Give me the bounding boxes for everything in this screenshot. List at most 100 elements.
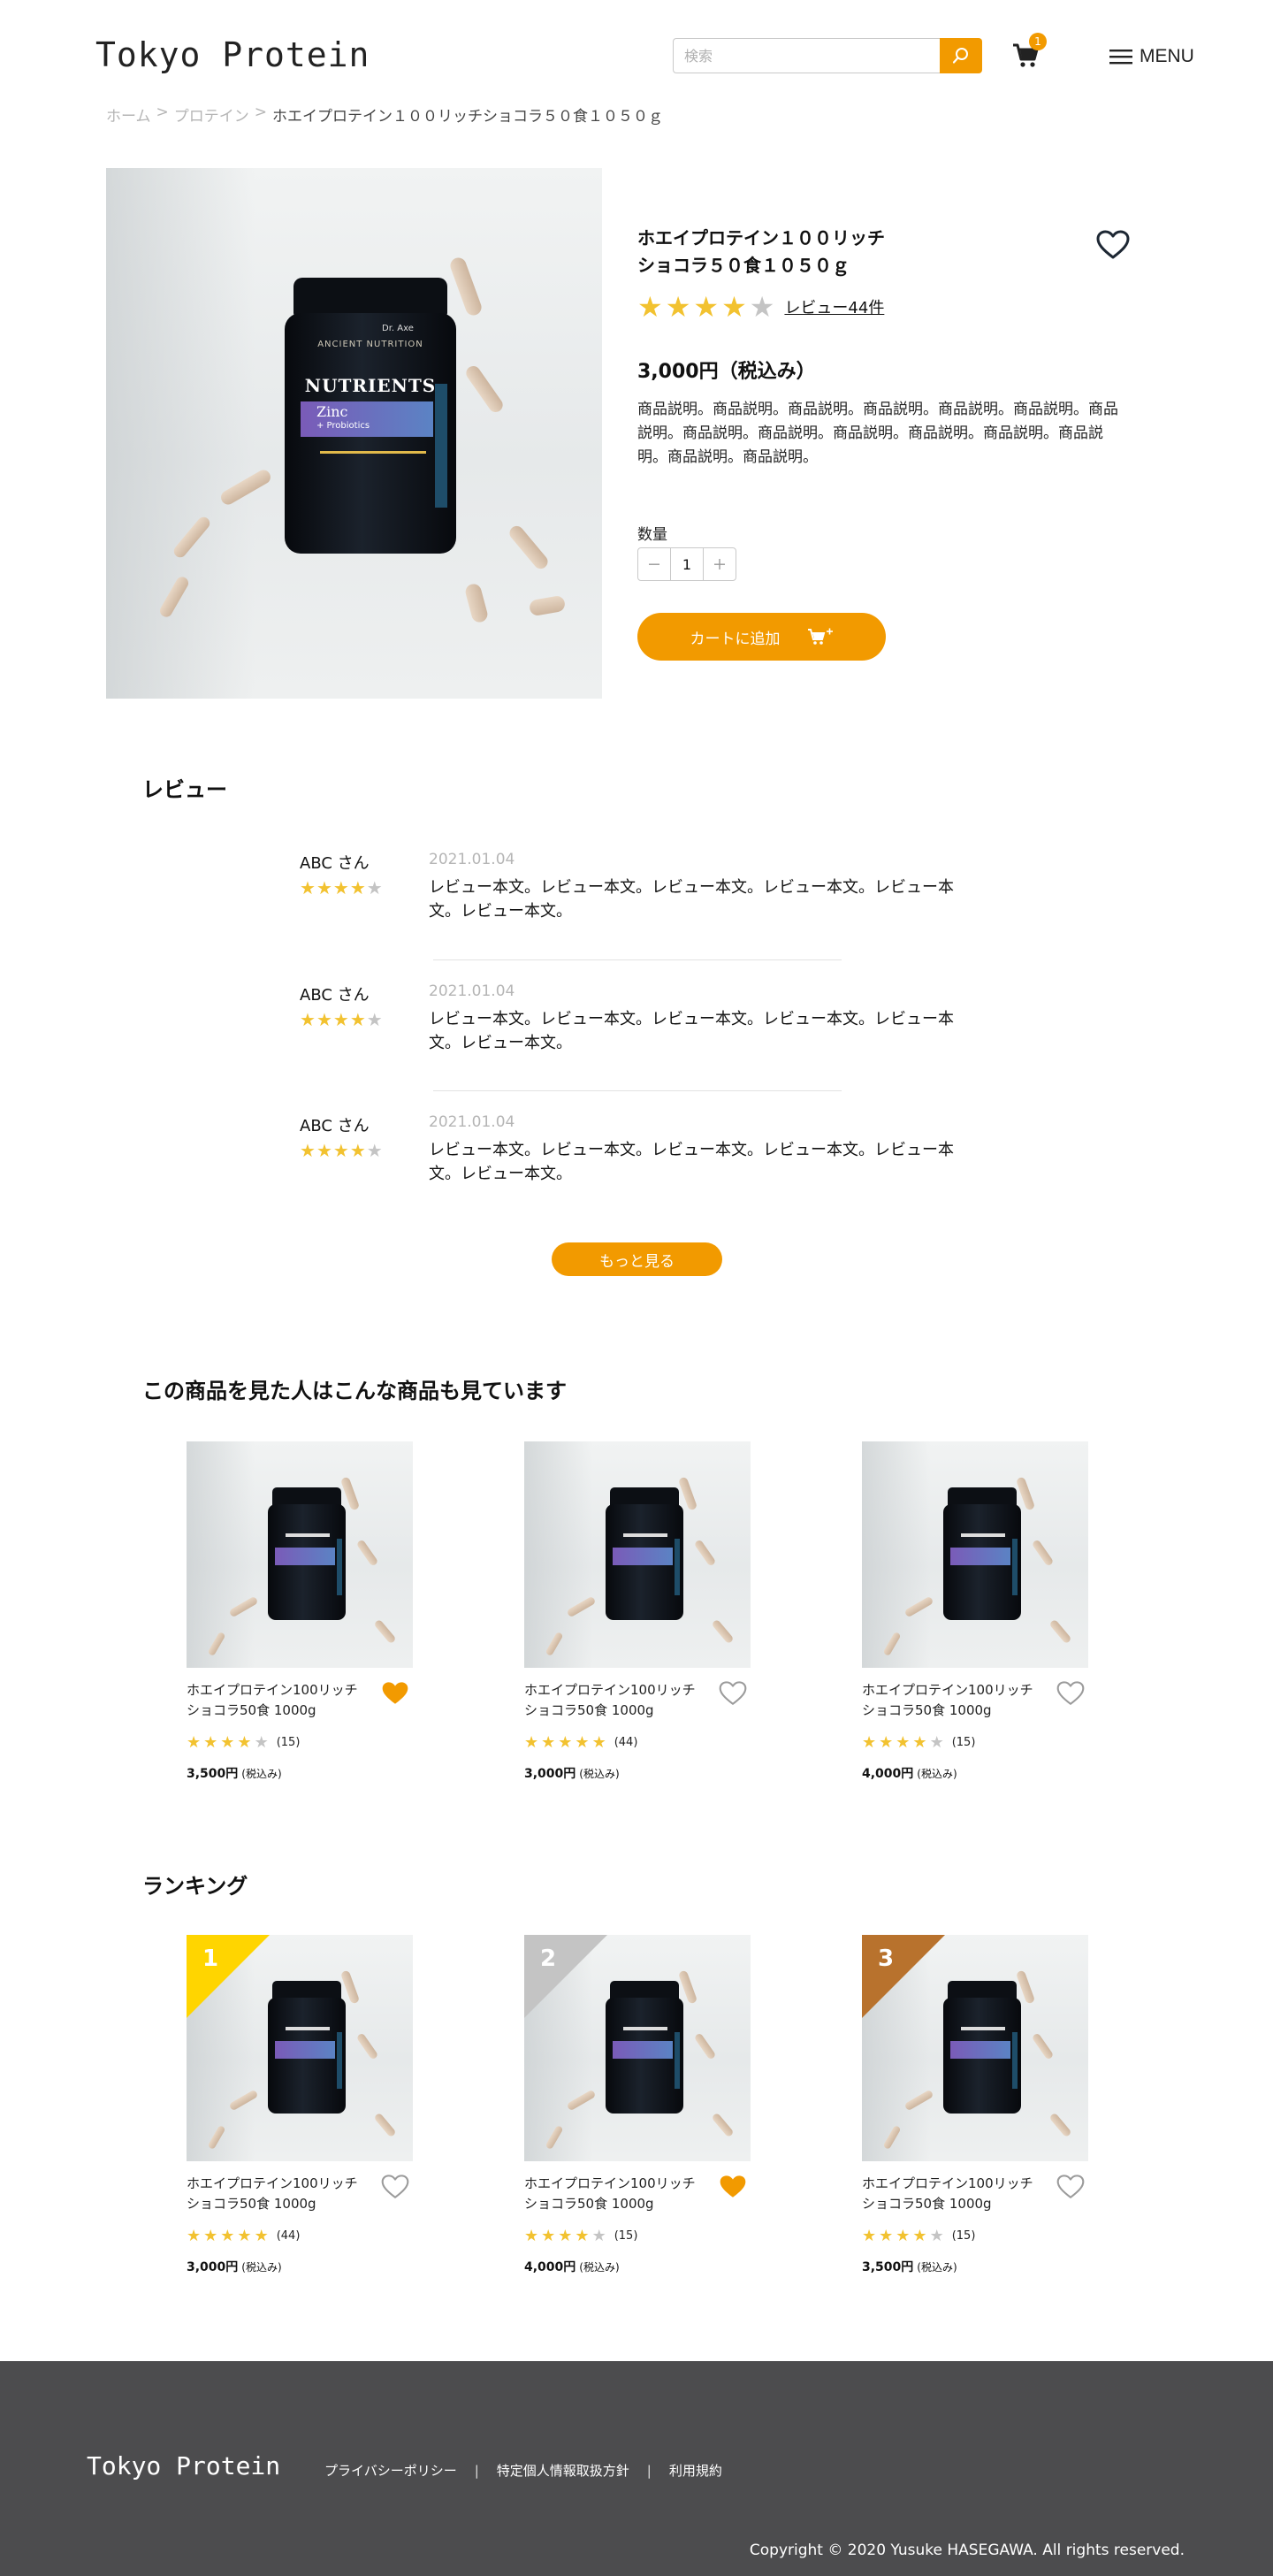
- rank-number: 2: [540, 1945, 557, 1972]
- review-count: (15): [614, 2229, 638, 2243]
- footer-link-terms[interactable]: 利用規約: [669, 2461, 722, 2480]
- star-filled-icon: ★: [591, 1733, 606, 1752]
- product-card[interactable]: ホエイプロテイン100リッチショコラ50食 1000g ★ ★ ★ ★ ★ (44) 3,00…: [524, 1441, 751, 1781]
- star-filled-icon: ★: [879, 2227, 894, 2245]
- product-card-image[interactable]: [187, 1441, 413, 1668]
- product-main-image: ANCIENT NUTRITION Dr. Axe NUTRIENTS Zinc…: [106, 168, 602, 699]
- footer-separator: |: [474, 2462, 479, 2479]
- review-body: レビュー本文。レビュー本文。レビュー本文。レビュー本文。レビュー本文。レビュー本…: [429, 1141, 954, 1183]
- product-card[interactable]: 1 ホエイプロテイン100リッチショコラ50食 1000g ★ ★ ★ ★ ★ (44) 3,0…: [187, 1935, 413, 2274]
- bottle-product-label: NUTRIENTS: [304, 375, 437, 396]
- product-card[interactable]: ホエイプロテイン100リッチショコラ50食 1000g ★ ★ ★ ★ ★ (15) 3,50…: [187, 1441, 413, 1781]
- star-filled-icon: ★: [349, 1009, 367, 1030]
- product-description: 商品説明。商品説明。商品説明。商品説明。商品説明。商品説明。商品説明。商品説明。…: [637, 401, 1118, 466]
- product-card-name[interactable]: ホエイプロテイン100リッチショコラ50食 1000g: [187, 2174, 363, 2214]
- review-count: (15): [951, 2229, 976, 2243]
- star-filled-icon: ★: [316, 1140, 333, 1161]
- product-card-price: 3,000円 (税込み): [524, 1764, 620, 1782]
- price-value: 3,500円: [862, 2260, 914, 2274]
- star-filled-icon: ★: [349, 1140, 367, 1161]
- add-to-cart-label: カートに追加: [690, 630, 781, 648]
- product-card-image[interactable]: 1: [187, 1935, 413, 2161]
- review-count-link[interactable]: レビュー44件: [784, 295, 884, 318]
- quantity-value[interactable]: 1: [670, 548, 704, 580]
- favorite-button[interactable]: [1056, 1680, 1086, 1708]
- tax-label: (税込み): [917, 2261, 957, 2274]
- star-filled-icon: ★: [254, 2227, 269, 2245]
- product-card-image[interactable]: 3: [862, 1935, 1088, 2161]
- review-item: ABC さん ★★★★★ 2021.01.04 レビュー本文。レビュー本文。レビ…: [300, 1113, 972, 1193]
- product-card[interactable]: 2 ホエイプロテイン100リッチショコラ50食 1000g ★ ★ ★ ★ ★ (15) 4,0…: [524, 1935, 751, 2274]
- more-reviews-button[interactable]: もっと見る: [552, 1242, 722, 1276]
- breadcrumb-separator: >: [156, 103, 169, 121]
- review-count: (15): [276, 1736, 301, 1749]
- rank-number: 3: [878, 1945, 895, 1972]
- breadcrumb: ホーム > プロテイン > ホエイプロテイン１００リッチショコラ５０食１０５０ｇ: [106, 103, 663, 126]
- star-filled-icon: ★: [541, 2227, 556, 2245]
- star-filled-icon: ★: [721, 290, 747, 324]
- review-stars: ★★★★★: [300, 1140, 384, 1161]
- product-price: 3,000円（税込み）: [637, 361, 816, 383]
- breadcrumb-category[interactable]: プロテイン: [174, 103, 249, 126]
- footer-links: プライバシーポリシー | 特定個人情報取扱方針 | 利用規約: [324, 2461, 722, 2480]
- tax-label: (税込み): [241, 1768, 282, 1780]
- heart-icon: [1056, 2175, 1085, 2198]
- product-card-price: 3,000円 (税込み): [187, 2258, 282, 2275]
- tax-label: (税込み): [579, 1768, 620, 1780]
- breadcrumb-home[interactable]: ホーム: [106, 103, 151, 126]
- rating-stars: ★★★★★: [637, 292, 777, 322]
- product-card[interactable]: 3 ホエイプロテイン100リッチショコラ50食 1000g ★ ★ ★ ★ ★ (15) 3,5…: [862, 1935, 1088, 2274]
- footer-logo[interactable]: Tokyo Protein: [87, 2451, 280, 2480]
- star-filled-icon: ★: [220, 1733, 235, 1752]
- reviewer-name: ABC さん: [300, 986, 370, 1005]
- product-card-image[interactable]: [524, 1441, 751, 1668]
- product-card-name[interactable]: ホエイプロテイン100リッチショコラ50食 1000g: [862, 2174, 1039, 2214]
- product-title: ホエイプロテイン１００リッチ ショコラ５０食１０５０ｇ: [637, 225, 903, 279]
- rating-stars: ★★★★★: [187, 2227, 271, 2245]
- cart-button[interactable]: 1: [1011, 33, 1047, 69]
- price-value: 3,500円: [187, 1767, 239, 1781]
- favorite-button[interactable]: [719, 2174, 749, 2202]
- quantity-decrease-button[interactable]: [638, 548, 670, 580]
- star-filled-icon: ★: [879, 1733, 894, 1752]
- footer-link-personal-info[interactable]: 特定個人情報取扱方針: [497, 2461, 629, 2480]
- star-filled-icon: ★: [558, 2227, 573, 2245]
- product-card[interactable]: ホエイプロテイン100リッチショコラ50食 1000g ★ ★ ★ ★ ★ (15) 4,00…: [862, 1441, 1088, 1781]
- star-empty-icon: ★: [929, 2227, 944, 2245]
- favorite-button[interactable]: [719, 1680, 749, 1708]
- product-card-name[interactable]: ホエイプロテイン100リッチショコラ50食 1000g: [187, 1680, 363, 1721]
- star-filled-icon: ★: [912, 2227, 927, 2245]
- favorite-button[interactable]: [381, 2174, 411, 2202]
- review-date: 2021.01.04: [429, 1113, 515, 1131]
- site-logo[interactable]: Tokyo Protein: [95, 35, 370, 74]
- product-card-image[interactable]: [862, 1441, 1088, 1668]
- product-card-price: 3,500円 (税込み): [862, 2258, 957, 2275]
- star-filled-icon: ★: [300, 1009, 316, 1030]
- review-stars: ★★★★★: [300, 1009, 384, 1030]
- product-card-name[interactable]: ホエイプロテイン100リッチショコラ50食 1000g: [524, 2174, 701, 2214]
- favorite-button[interactable]: [381, 1680, 411, 1708]
- menu-button[interactable]: MENU: [1109, 44, 1194, 69]
- add-to-cart-button[interactable]: カートに追加: [637, 613, 886, 661]
- product-card-price: 4,000円 (税込み): [862, 1764, 957, 1782]
- star-filled-icon: ★: [524, 2227, 539, 2245]
- star-filled-icon: ★: [332, 877, 350, 898]
- quantity-increase-button[interactable]: [704, 548, 736, 580]
- plus-icon: [714, 559, 725, 569]
- product-card-rating: ★ ★ ★ ★ ★ (44): [187, 2227, 300, 2245]
- star-filled-icon: ★: [349, 877, 367, 898]
- reviews-section-title: レビュー: [142, 777, 227, 802]
- price-value: 4,000円: [524, 2260, 576, 2274]
- breadcrumb-current: ホエイプロテイン１００リッチショコラ５０食１０５０ｇ: [272, 108, 663, 126]
- product-card-name[interactable]: ホエイプロテイン100リッチショコラ50食 1000g: [524, 1680, 701, 1721]
- favorite-button[interactable]: [1056, 2174, 1086, 2202]
- tax-label: (税込み): [579, 2261, 620, 2274]
- heart-icon: [719, 1681, 747, 1705]
- product-card-image[interactable]: 2: [524, 1935, 751, 2161]
- search-input[interactable]: [673, 38, 940, 73]
- product-card-name[interactable]: ホエイプロテイン100リッチショコラ50食 1000g: [862, 1680, 1039, 1721]
- footer-link-privacy[interactable]: プライバシーポリシー: [324, 2461, 457, 2480]
- star-filled-icon: ★: [300, 1140, 316, 1161]
- search-button[interactable]: [940, 38, 982, 73]
- favorite-button[interactable]: [1096, 230, 1132, 264]
